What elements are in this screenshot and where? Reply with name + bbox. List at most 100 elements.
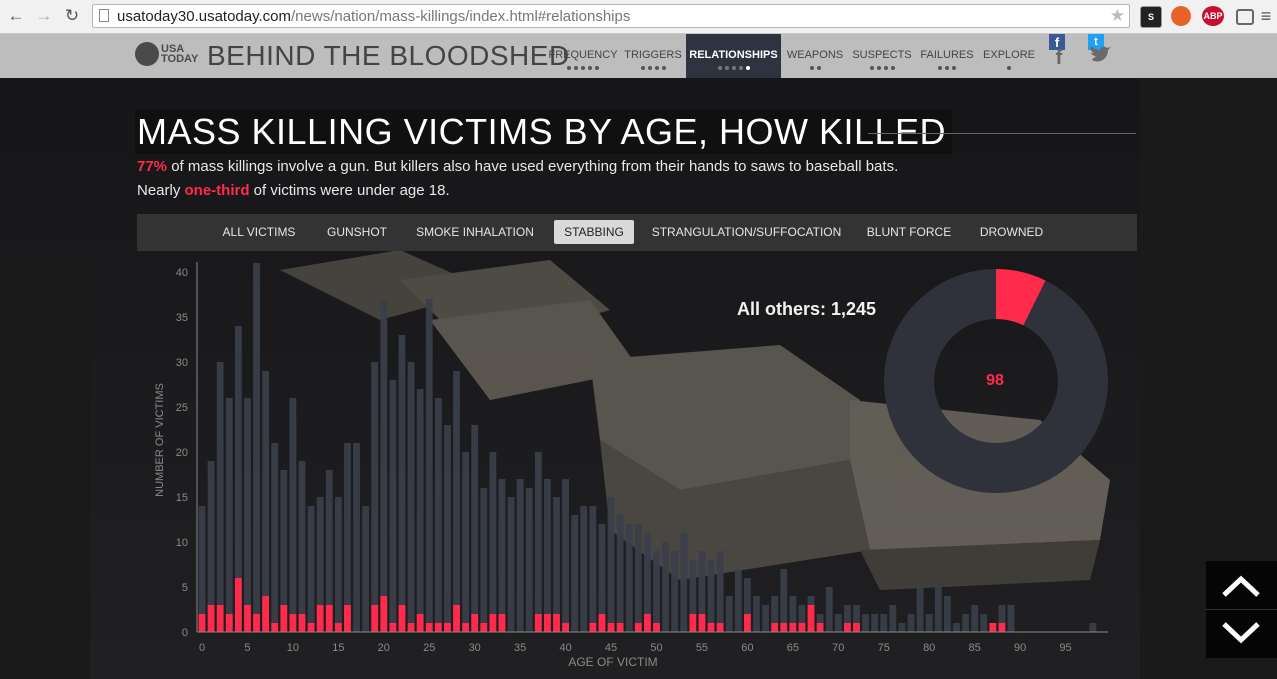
- bar-all-victims[interactable]: [553, 497, 560, 632]
- bar-all-victims[interactable]: [471, 425, 479, 632]
- bar-stabbing[interactable]: [489, 614, 497, 632]
- bar-stabbing[interactable]: [253, 614, 260, 632]
- bar-stabbing[interactable]: [589, 623, 597, 632]
- bar-all-victims[interactable]: [1007, 605, 1015, 632]
- bar-stabbing[interactable]: [216, 605, 224, 632]
- bar-all-victims[interactable]: [271, 443, 279, 632]
- bar-all-victims[interactable]: [380, 299, 388, 632]
- bar-all-victims[interactable]: [889, 605, 897, 632]
- bar-all-victims[interactable]: [871, 614, 879, 632]
- bar-all-victims[interactable]: [1089, 623, 1097, 632]
- bar-stabbing[interactable]: [198, 614, 206, 632]
- bar-stabbing[interactable]: [280, 605, 288, 632]
- bar-all-victims[interactable]: [353, 443, 360, 632]
- bar-stabbing[interactable]: [716, 623, 724, 632]
- bar-all-victims[interactable]: [398, 335, 406, 632]
- bar-all-victims[interactable]: [389, 380, 397, 632]
- bar-stabbing[interactable]: [816, 623, 824, 632]
- bar-all-victims[interactable]: [862, 614, 869, 632]
- bar-stabbing[interactable]: [534, 614, 542, 632]
- scroll-up-button[interactable]: [1206, 561, 1277, 609]
- bar-stabbing[interactable]: [707, 623, 715, 632]
- bar-stabbing[interactable]: [416, 614, 424, 632]
- bar-all-victims[interactable]: [344, 443, 351, 632]
- bar-all-victims[interactable]: [444, 425, 451, 632]
- bar-all-victims[interactable]: [371, 362, 379, 632]
- bar-stabbing[interactable]: [334, 623, 342, 632]
- bar-all-victims[interactable]: [971, 605, 979, 632]
- bar-all-victims[interactable]: [907, 614, 915, 632]
- bar-all-victims[interactable]: [725, 596, 733, 632]
- bar-all-victims[interactable]: [289, 398, 297, 632]
- bar-stabbing[interactable]: [425, 623, 433, 632]
- bar-all-victims[interactable]: [498, 479, 506, 632]
- bar-stabbing[interactable]: [998, 623, 1006, 632]
- bar-all-victims[interactable]: [925, 614, 933, 632]
- bar-all-victims[interactable]: [516, 479, 524, 632]
- bar-all-victims[interactable]: [525, 488, 533, 632]
- bar-stabbing[interactable]: [271, 623, 279, 632]
- bar-stabbing[interactable]: [689, 614, 697, 632]
- bar-stabbing[interactable]: [325, 605, 333, 632]
- bar-all-victims[interactable]: [589, 506, 597, 632]
- bar-stabbing[interactable]: [398, 605, 406, 632]
- bar-stabbing[interactable]: [544, 614, 551, 632]
- bar-stabbing[interactable]: [498, 614, 506, 632]
- bar-all-victims[interactable]: [734, 569, 742, 632]
- bar-stabbing[interactable]: [807, 605, 815, 632]
- bar-all-victims[interactable]: [480, 488, 488, 632]
- bar-stabbing[interactable]: [598, 614, 606, 632]
- bar-stabbing[interactable]: [380, 596, 388, 632]
- bar-all-victims[interactable]: [416, 389, 424, 632]
- bar-all-victims[interactable]: [334, 497, 342, 632]
- bar-stabbing[interactable]: [434, 623, 442, 632]
- bar-all-victims[interactable]: [571, 515, 579, 632]
- bar-all-victims[interactable]: [244, 398, 251, 632]
- bar-all-victims[interactable]: [825, 587, 833, 632]
- bar-all-victims[interactable]: [580, 506, 588, 632]
- bar-all-victims[interactable]: [262, 371, 270, 632]
- bar-stabbing[interactable]: [989, 623, 997, 632]
- bar-all-victims[interactable]: [216, 362, 224, 632]
- bar-all-victims[interactable]: [880, 614, 888, 632]
- bar-all-victims[interactable]: [453, 371, 460, 632]
- bar-stabbing[interactable]: [462, 623, 470, 632]
- bar-all-victims[interactable]: [489, 452, 497, 632]
- scroll-down-button[interactable]: [1206, 609, 1277, 658]
- bar-all-victims[interactable]: [716, 551, 724, 632]
- bar-stabbing[interactable]: [407, 623, 415, 632]
- bar-all-victims[interactable]: [534, 452, 542, 632]
- bar-stabbing[interactable]: [607, 623, 615, 632]
- bar-all-victims[interactable]: [671, 551, 679, 632]
- bar-all-victims[interactable]: [307, 506, 315, 632]
- bar-all-victims[interactable]: [407, 362, 415, 632]
- bar-all-victims[interactable]: [834, 614, 842, 632]
- bar-all-victims[interactable]: [616, 515, 624, 632]
- bar-all-victims[interactable]: [662, 542, 669, 632]
- bar-stabbing[interactable]: [344, 605, 351, 632]
- bar-stabbing[interactable]: [234, 578, 242, 632]
- bar-stabbing[interactable]: [225, 614, 233, 632]
- bar-stabbing[interactable]: [853, 623, 860, 632]
- bar-all-victims[interactable]: [762, 605, 769, 632]
- bar-all-victims[interactable]: [707, 560, 715, 632]
- bar-all-victims[interactable]: [434, 398, 442, 632]
- bar-stabbing[interactable]: [480, 623, 488, 632]
- bar-stabbing[interactable]: [798, 623, 806, 632]
- bar-stabbing[interactable]: [653, 623, 660, 632]
- bar-all-victims[interactable]: [625, 524, 633, 632]
- bar-all-victims[interactable]: [298, 461, 306, 632]
- bar-stabbing[interactable]: [316, 605, 324, 632]
- bar-stabbing[interactable]: [553, 614, 560, 632]
- bar-stabbing[interactable]: [262, 596, 270, 632]
- bar-all-victims[interactable]: [544, 479, 551, 632]
- bar-all-victims[interactable]: [462, 452, 470, 632]
- bar-all-victims[interactable]: [653, 551, 660, 632]
- bar-all-victims[interactable]: [962, 614, 969, 632]
- bar-stabbing[interactable]: [843, 623, 851, 632]
- bar-stabbing[interactable]: [307, 623, 315, 632]
- bar-all-victims[interactable]: [753, 596, 760, 632]
- bar-stabbing[interactable]: [771, 623, 779, 632]
- bar-stabbing[interactable]: [444, 623, 451, 632]
- bar-all-victims[interactable]: [916, 587, 924, 632]
